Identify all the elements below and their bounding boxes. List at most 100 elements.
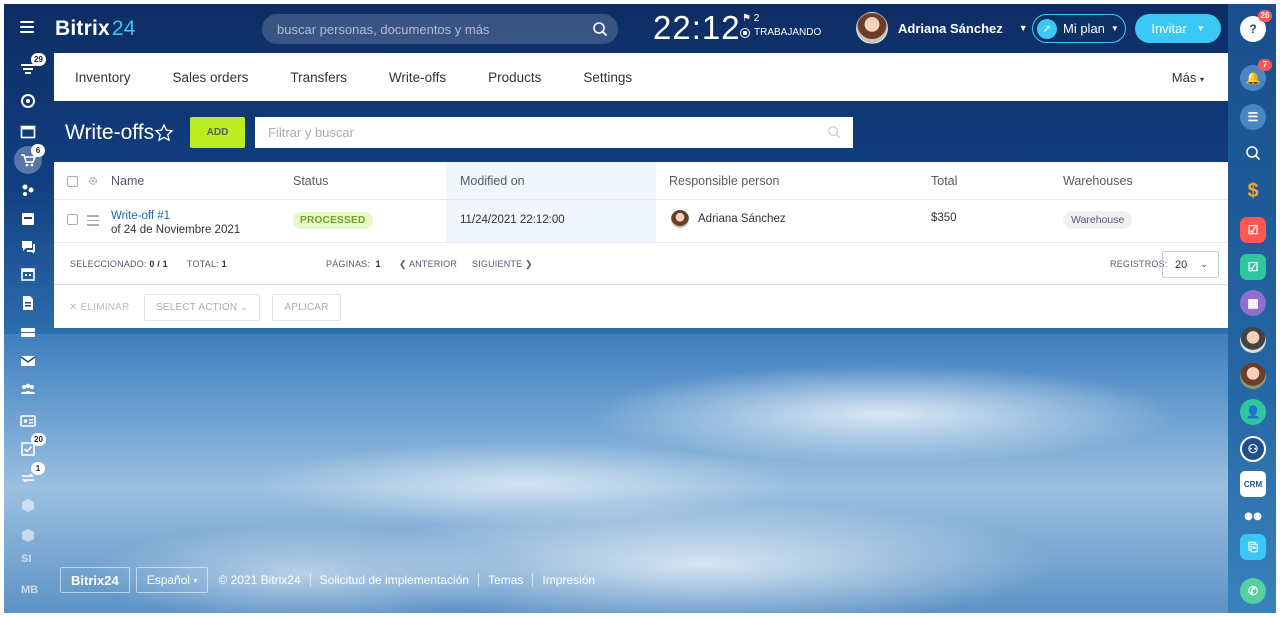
footer-link-implementation[interactable]: Solicitud de implementación: [320, 573, 469, 587]
footer-logo[interactable]: Bitrix24: [60, 567, 130, 593]
tab-more[interactable]: Más ▾: [1172, 70, 1204, 85]
phone-icon[interactable]: ✆: [1240, 578, 1266, 604]
responsible-person[interactable]: Adriana Sánchez: [671, 210, 786, 228]
sidebar-item-drive[interactable]: [20, 211, 36, 227]
prev-page-button[interactable]: ❮ ANTERIOR: [399, 259, 457, 270]
sidebar-item-target[interactable]: [20, 93, 36, 109]
sidebar-item-box1[interactable]: [20, 497, 36, 513]
sidebar-item-shop[interactable]: 6: [20, 144, 45, 168]
delete-button[interactable]: ✕ ELIMINAR: [69, 302, 129, 313]
open-line-icon[interactable]: ⎘: [1240, 534, 1266, 560]
user-name: Adriana Sánchez: [898, 20, 1003, 36]
footer-link-themes[interactable]: Temas: [488, 573, 523, 587]
column-status[interactable]: Status: [293, 174, 328, 188]
table-row[interactable]: Write-off #1 of 24 de Noviembre 2021 PRO…: [54, 200, 1228, 243]
sidebar-item-si[interactable]: SI: [21, 553, 31, 565]
search-icon[interactable]: [592, 21, 608, 37]
column-warehouses[interactable]: Warehouses: [1063, 174, 1133, 188]
row-menu-icon[interactable]: [87, 215, 99, 226]
selected-label: SELECCIONADO:: [70, 259, 147, 269]
sidebar-item-feed[interactable]: 29: [20, 53, 46, 77]
clock-time[interactable]: 22:12: [653, 9, 741, 47]
user-menu[interactable]: Adriana Sánchez ▼: [856, 12, 1028, 44]
write-offs-grid: Name Status Modified on Responsible pers…: [54, 162, 1228, 328]
bell-icon[interactable]: 🔔 7: [1240, 59, 1272, 91]
column-responsible[interactable]: Responsible person: [669, 174, 780, 188]
gear-icon[interactable]: [87, 175, 99, 187]
per-page-select[interactable]: 20 ⌄: [1162, 251, 1219, 278]
chat-bubble-icon[interactable]: ☰: [1240, 104, 1266, 130]
column-name[interactable]: Name: [111, 174, 144, 188]
select-all-checkbox[interactable]: [67, 176, 78, 187]
sidebar-item-storage[interactable]: [20, 324, 36, 340]
prev-label: ANTERIOR: [408, 259, 458, 269]
crm-icon[interactable]: CRM: [1240, 471, 1266, 497]
global-search-input[interactable]: [262, 14, 618, 44]
sidebar-item-sync[interactable]: 1: [20, 462, 45, 486]
select-action-dropdown[interactable]: SELECT ACTION ⌄: [144, 294, 260, 321]
language-select[interactable]: Español ▾: [135, 567, 209, 593]
user-avatar[interactable]: [856, 12, 888, 44]
chevron-left-icon: ❮: [399, 259, 407, 269]
tab-inventory[interactable]: Inventory: [54, 70, 152, 85]
filter-input[interactable]: [255, 117, 853, 148]
sidebar-item-calendar[interactable]: [20, 124, 36, 140]
calendar-icon: [21, 268, 35, 281]
responsible-name: Adriana Sánchez: [698, 213, 786, 225]
sidebar-item-chat[interactable]: [20, 239, 36, 255]
next-page-button[interactable]: SIGUIENTE ❯: [472, 259, 533, 270]
star-icon[interactable]: [154, 123, 174, 143]
menu-icon[interactable]: [20, 21, 34, 33]
grid-header: Name Status Modified on Responsible pers…: [54, 162, 1228, 200]
my-plan-button[interactable]: ➚ Mi plan ▼: [1032, 14, 1126, 43]
tab-products[interactable]: Products: [467, 70, 562, 85]
divider: [478, 573, 480, 587]
sidebar-item-box2[interactable]: [20, 527, 36, 543]
tab-write-offs[interactable]: Write-offs: [368, 70, 467, 85]
sidebar-item-crm[interactable]: [20, 182, 36, 198]
total-count-value: 1: [221, 259, 227, 269]
mail-icon: [20, 356, 36, 366]
footer-link-print[interactable]: Impresión: [542, 573, 595, 587]
chevron-down-icon: ▾: [1199, 75, 1204, 84]
dollar-icon[interactable]: $: [1240, 178, 1266, 204]
calendar-icon[interactable]: ▦: [1240, 290, 1266, 316]
column-modified-on[interactable]: Modified on: [460, 174, 525, 188]
flag-count-value: 2: [753, 13, 760, 24]
search-icon[interactable]: [1240, 140, 1266, 166]
window-icon: [20, 125, 36, 139]
work-day-status[interactable]: ⚑ 2 TRABAJANDO: [740, 13, 821, 38]
contact-avatar-2[interactable]: [1240, 363, 1266, 389]
tab-sales-orders[interactable]: Sales orders: [152, 70, 270, 85]
user-icon[interactable]: 👤: [1240, 399, 1266, 425]
add-button[interactable]: ADD: [190, 117, 245, 148]
sidebar-item-docs[interactable]: [20, 295, 36, 311]
modified-on-value: 11/24/2021 22:12:00: [460, 214, 565, 226]
column-total[interactable]: Total: [931, 174, 957, 188]
app-logo[interactable]: Bitrix24: [55, 17, 136, 41]
filter-search[interactable]: [255, 117, 853, 148]
contact-avatar-1[interactable]: [1240, 327, 1266, 353]
sidebar-item-mail[interactable]: [20, 353, 36, 369]
write-off-link[interactable]: Write-off #1: [111, 210, 170, 222]
tab-transfers[interactable]: Transfers: [269, 70, 368, 85]
task-red-icon[interactable]: ☑: [1240, 217, 1266, 243]
team-icon[interactable]: ⚉⚉: [1240, 504, 1266, 530]
sidebar-item-contacts[interactable]: [20, 413, 36, 429]
row-checkbox[interactable]: [67, 214, 78, 225]
sidebar-item-tasks[interactable]: 20: [20, 433, 46, 457]
logo-text: Bitrix: [55, 17, 110, 40]
group-chat-icon[interactable]: ⚇: [1240, 436, 1266, 462]
tab-settings[interactable]: Settings: [562, 70, 653, 85]
apply-button[interactable]: APLICAR: [272, 294, 341, 321]
warehouse-tag[interactable]: Warehouse: [1063, 211, 1133, 229]
sidebar-item-calendar2[interactable]: [20, 266, 36, 282]
sidebar-item-groups[interactable]: [20, 381, 36, 397]
flag-count: ⚑ 2: [742, 13, 760, 24]
help-icon[interactable]: ? 26: [1240, 10, 1272, 42]
sidebar-item-mb[interactable]: MB: [21, 584, 38, 596]
invite-button[interactable]: Invitar ▼: [1135, 14, 1221, 43]
task-green-icon[interactable]: ☑: [1240, 254, 1266, 280]
global-search[interactable]: [262, 14, 618, 44]
search-icon[interactable]: [827, 125, 841, 139]
